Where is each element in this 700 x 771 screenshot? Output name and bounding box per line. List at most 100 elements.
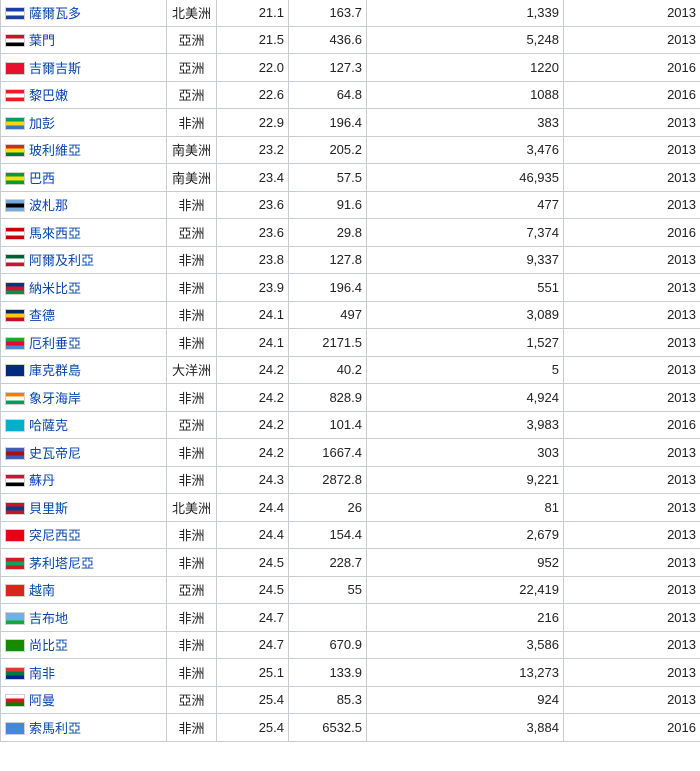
country-cell: 葉門: [0, 25, 167, 54]
table-row: 索馬利亞 非洲 25.4 6532.5 3,884 2016: [0, 713, 700, 742]
continent-cell: 亞洲: [166, 80, 217, 109]
country-link[interactable]: 史瓦帝尼: [29, 446, 81, 461]
table-row: 厄利垂亞 非洲 24.1 2171.5 1,527 2013: [0, 328, 700, 357]
country-link[interactable]: 納米比亞: [29, 281, 81, 296]
table-body: 薩爾瓦多 北美洲 21.1 163.7 1,339 2013 葉門 亞洲 21.5 436.6 5,…: [0, 0, 700, 742]
year-cell: 2013: [563, 328, 700, 357]
births-cell: 3,586: [366, 630, 564, 659]
table-row: 哈薩克 亞洲 24.2 101.4 3,983 2016: [0, 410, 700, 439]
continent-cell: 非洲: [166, 548, 217, 577]
births-cell: 303: [366, 438, 564, 467]
rate-cell: 24.4: [216, 520, 289, 549]
country-link[interactable]: 象牙海岸: [29, 391, 81, 406]
country-link[interactable]: 加彭: [29, 116, 55, 131]
year-cell: 2013: [563, 135, 700, 164]
births-cell: 5: [366, 355, 564, 384]
year-cell: 2013: [563, 25, 700, 54]
country-link[interactable]: 玻利維亞: [29, 143, 81, 158]
country-cell: 貝里斯: [0, 493, 167, 522]
mortality-cell: 163.7: [288, 0, 367, 27]
mortality-cell: 436.6: [288, 25, 367, 54]
country-link[interactable]: 南非: [29, 666, 55, 681]
rate-cell: 24.1: [216, 328, 289, 357]
bolivia-flag-icon: [5, 144, 25, 158]
table-row: 玻利維亞 南美洲 23.2 205.2 3,476 2013: [0, 135, 700, 164]
continent-cell: 北美洲: [166, 0, 217, 27]
country-link[interactable]: 貝里斯: [29, 501, 68, 516]
rate-cell: 24.4: [216, 493, 289, 522]
continent-cell: 非洲: [166, 465, 217, 494]
country-link[interactable]: 茅利塔尼亞: [29, 556, 94, 571]
rate-cell: 24.3: [216, 465, 289, 494]
country-cell: 哈薩克: [0, 410, 167, 439]
births-cell: 3,476: [366, 135, 564, 164]
year-cell: 2013: [563, 658, 700, 687]
table-row: 馬來西亞 亞洲 23.6 29.8 7,374 2016: [0, 218, 700, 247]
mortality-cell: 196.4: [288, 273, 367, 302]
kyrgyzstan-flag-icon: [5, 61, 25, 75]
year-cell: 2016: [563, 80, 700, 109]
oman-flag-icon: [5, 694, 25, 708]
mortality-cell: 127.8: [288, 245, 367, 274]
country-link[interactable]: 越南: [29, 583, 55, 598]
country-link[interactable]: 薩爾瓦多: [29, 6, 81, 21]
births-cell: 13,273: [366, 658, 564, 687]
births-cell: 9,221: [366, 465, 564, 494]
mortality-cell: 205.2: [288, 135, 367, 164]
djibouti-flag-icon: [5, 611, 25, 625]
country-link[interactable]: 索馬利亞: [29, 721, 81, 736]
rate-cell: 24.5: [216, 548, 289, 577]
country-link[interactable]: 庫克群島: [29, 363, 81, 378]
table-row: 突尼西亞 非洲 24.4 154.4 2,679 2013: [0, 520, 700, 549]
mortality-cell: 154.4: [288, 520, 367, 549]
mortality-cell: 196.4: [288, 108, 367, 137]
country-link[interactable]: 阿曼: [29, 693, 55, 708]
country-link[interactable]: 哈薩克: [29, 418, 68, 433]
country-link[interactable]: 馬來西亞: [29, 226, 81, 241]
country-link[interactable]: 吉爾吉斯: [29, 61, 81, 76]
table-row: 尚比亞 非洲 24.7 670.9 3,586 2013: [0, 630, 700, 659]
continent-cell: 亞洲: [166, 410, 217, 439]
country-link[interactable]: 波札那: [29, 198, 68, 213]
country-link[interactable]: 巴西: [29, 171, 55, 186]
country-cell: 越南: [0, 575, 167, 604]
continent-cell: 非洲: [166, 603, 217, 632]
mortality-cell: 101.4: [288, 410, 367, 439]
mortality-cell: 228.7: [288, 548, 367, 577]
country-cell: 象牙海岸: [0, 383, 167, 412]
table-row: 巴西 南美洲 23.4 57.5 46,935 2013: [0, 163, 700, 192]
mortality-cell: 828.9: [288, 383, 367, 412]
year-cell: 2013: [563, 603, 700, 632]
table-row: 庫克群島 大洋洲 24.2 40.2 5 2013: [0, 355, 700, 384]
births-cell: 3,089: [366, 300, 564, 329]
country-link[interactable]: 突尼西亞: [29, 528, 81, 543]
births-cell: 3,884: [366, 713, 564, 742]
rate-cell: 23.6: [216, 218, 289, 247]
table-row: 納米比亞 非洲 23.9 196.4 551 2013: [0, 273, 700, 302]
country-link[interactable]: 查德: [29, 308, 55, 323]
country-cell: 尚比亞: [0, 630, 167, 659]
year-cell: 2013: [563, 355, 700, 384]
country-cell: 索馬利亞: [0, 713, 167, 742]
ivory-coast-flag-icon: [5, 391, 25, 405]
country-link[interactable]: 蘇丹: [29, 473, 55, 488]
births-cell: 1,527: [366, 328, 564, 357]
country-cell: 黎巴嫩: [0, 80, 167, 109]
country-link[interactable]: 吉布地: [29, 611, 68, 626]
country-link[interactable]: 黎巴嫩: [29, 88, 68, 103]
country-link[interactable]: 厄利垂亞: [29, 336, 81, 351]
country-link[interactable]: 尚比亞: [29, 638, 68, 653]
year-cell: 2013: [563, 630, 700, 659]
year-cell: 2013: [563, 163, 700, 192]
mortality-cell: 133.9: [288, 658, 367, 687]
mortality-cell: 1667.4: [288, 438, 367, 467]
country-cell: 庫克群島: [0, 355, 167, 384]
table-row: 吉爾吉斯 亞洲 22.0 127.3 1220 2016: [0, 53, 700, 82]
table-row: 南非 非洲 25.1 133.9 13,273 2013: [0, 658, 700, 687]
zambia-flag-icon: [5, 639, 25, 653]
mortality-cell: 497: [288, 300, 367, 329]
eswatini-flag-icon: [5, 446, 25, 460]
country-link[interactable]: 葉門: [29, 33, 55, 48]
malaysia-flag-icon: [5, 226, 25, 240]
country-link[interactable]: 阿爾及利亞: [29, 253, 94, 268]
